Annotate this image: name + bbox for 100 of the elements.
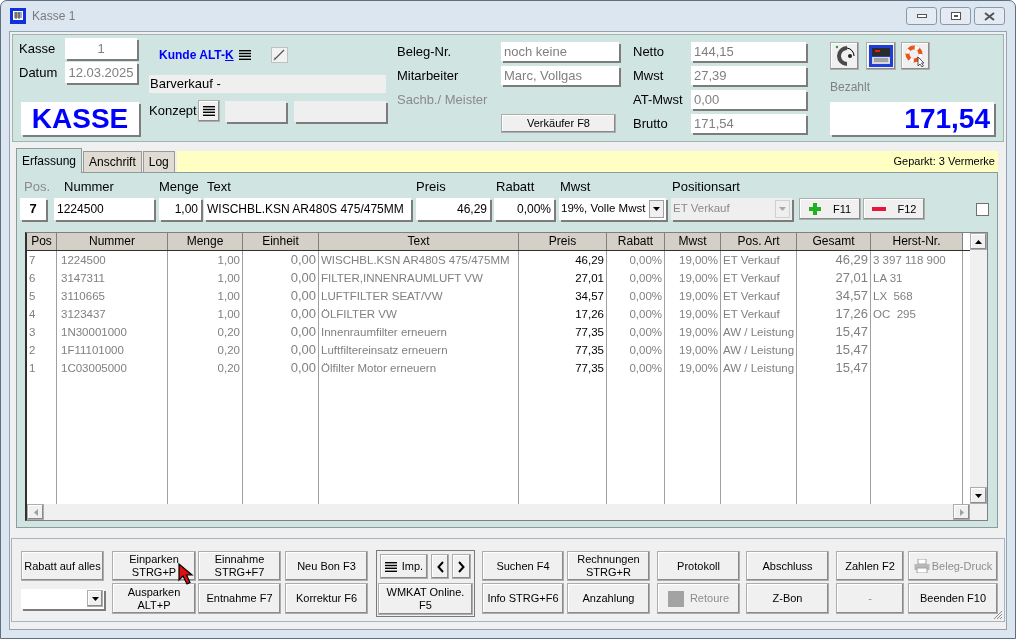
table-cell-text: AW / Leistung [722, 361, 796, 376]
employee-field[interactable]: Marc, Vollgas [501, 66, 619, 85]
table-cell-text: 0,00 [289, 269, 317, 287]
table-cell-text: 19,00% [678, 325, 719, 340]
number-field[interactable]: 46,29 [416, 198, 490, 220]
table-cell-text: 0,00 [289, 323, 317, 341]
table-cell-text: 1N30001000 [60, 325, 128, 340]
amount-field[interactable]: 171,54 [691, 114, 806, 133]
table-cell-text: FILTER,INNENRAUMLUFT VW [320, 271, 484, 286]
date-field[interactable]: 12.03.2025 [65, 62, 137, 83]
column-header[interactable]: Pos [27, 233, 57, 250]
list-button[interactable] [198, 100, 220, 122]
field-label: Konzept [149, 103, 198, 119]
toolbar-button[interactable]: Korrektur F6 [285, 583, 368, 614]
table-cell-text: 19,00% [678, 289, 719, 304]
field-label: Brutto [633, 115, 669, 132]
table-cell-text: 34,57 [834, 287, 869, 305]
close-button[interactable] [974, 7, 1005, 25]
toolbar-button[interactable]: Rechnungen STRG+R [567, 551, 650, 581]
headset-button[interactable] [830, 42, 859, 70]
vertical-scrollbar[interactable] [970, 233, 987, 504]
amount-field[interactable]: 27,39 [691, 66, 806, 85]
previous-button[interactable] [430, 554, 450, 579]
table-cell-text: 77,35 [574, 361, 605, 376]
scroll-down-button[interactable] [970, 487, 987, 504]
table-cell-text: WISCHBL.KSN AR480S 475/475MM [320, 253, 511, 268]
toolbar-button[interactable]: Ausparken ALT+P [112, 583, 196, 614]
dropdown[interactable] [21, 588, 104, 609]
number-field[interactable]: 1,00 [159, 198, 201, 220]
toolbar-button[interactable]: Einnahme STRG+F7 [198, 551, 281, 581]
receipt-number-field[interactable]: noch keine [501, 42, 619, 61]
toolbar-button[interactable]: Einparken STRG+P [112, 551, 196, 581]
pen-button[interactable] [270, 46, 288, 63]
column-header[interactable]: Einheit [243, 233, 319, 250]
table-cell-text: 17,26 [834, 305, 869, 323]
toolbar-button[interactable]: Anzahlung [567, 583, 650, 614]
dropdown[interactable]: 19%, Volle Mwst [559, 198, 666, 220]
table-cell-text: 1,00 [216, 307, 241, 322]
terminal-button[interactable] [866, 42, 896, 70]
table-cell-text: 0,20 [216, 325, 241, 340]
column-header[interactable]: Rabatt [607, 233, 665, 250]
toolbar-button[interactable]: Beenden F10 [908, 583, 998, 614]
column-header[interactable]: Text [319, 233, 519, 250]
register-field[interactable]: 1 [65, 38, 137, 59]
concept-field[interactable] [294, 100, 386, 122]
table-cell-text: 15,47 [834, 323, 869, 341]
toolbar-button[interactable]: Abschluss [746, 551, 829, 581]
table-cell-text: ET Verkauf [722, 271, 781, 286]
lifebuoy-button[interactable] [901, 42, 930, 70]
table-cell-text: 19,00% [678, 253, 719, 268]
number-field[interactable]: 0,00% [494, 198, 554, 220]
toolbar-button[interactable]: Entnahme F7 [198, 583, 281, 614]
customer-name-field[interactable]: Barverkauf - [149, 75, 386, 93]
scroll-left-button[interactable] [27, 504, 44, 520]
customer-link[interactable]: Kunde ALT-K [159, 46, 234, 63]
concept-field[interactable] [225, 100, 286, 122]
entry-button[interactable]: F12 [863, 198, 925, 220]
checkbox[interactable] [976, 203, 989, 216]
maximize-button[interactable] [940, 7, 971, 25]
toolbar-button[interactable]: Neu Bon F3 [285, 551, 368, 581]
field-label: Pos. [24, 179, 50, 195]
toolbar-button[interactable]: Info STRG+F6 [482, 583, 564, 614]
column-header[interactable]: Pos. Art [721, 233, 797, 250]
toolbar-button[interactable]: Rabatt auf alles [21, 551, 104, 581]
column-header[interactable]: Mwst [665, 233, 721, 250]
tab[interactable]: Log [142, 151, 175, 172]
table-cell-text: 27,01 [574, 271, 605, 286]
table-cell-text: AW / Leistung [722, 325, 796, 340]
table-cell-text: OC 295 [872, 307, 917, 322]
toolbar-button[interactable]: WMKAT Online. F5 [378, 583, 473, 615]
column-header[interactable]: Menge [168, 233, 243, 250]
entry-button[interactable]: F11 [799, 198, 861, 220]
toolbar-button[interactable]: Zahlen F2 [836, 551, 904, 581]
seller-button[interactable]: Verkäufer F8 [501, 114, 616, 133]
table-cell-text: 19,00% [678, 361, 719, 376]
amount-field[interactable]: 144,15 [691, 42, 806, 61]
horizontal-scrollbar[interactable] [27, 504, 970, 520]
column-header[interactable]: Preis [519, 233, 607, 250]
text-field[interactable]: 1224500 [54, 198, 154, 220]
field-label: Menge [159, 179, 199, 195]
table-cell-text: 0,00% [628, 343, 663, 358]
table-cell-text: 15,47 [834, 359, 869, 377]
toolbar-button[interactable]: Imp. [380, 554, 428, 579]
toolbar-button[interactable]: Suchen F4 [482, 551, 564, 581]
table-cell-text: 0,00% [628, 361, 663, 376]
amount-field[interactable]: 0,00 [691, 90, 806, 109]
arrow-down-icon [975, 493, 982, 498]
tab[interactable]: Anschrift [83, 151, 142, 172]
tab[interactable]: Erfassung [16, 148, 83, 173]
toolbar-button[interactable]: Protokoll [657, 551, 740, 581]
minimize-button[interactable] [906, 7, 937, 25]
table-cell-text: 1C03005000 [60, 361, 128, 376]
next-button[interactable] [452, 554, 471, 579]
table-cell-text: 19,00% [678, 307, 719, 322]
column-header[interactable]: Nummer [57, 233, 168, 250]
text-field[interactable]: WISCHBL.KSN AR480S 475/475MM [204, 198, 411, 220]
column-header[interactable]: Gesamt [797, 233, 871, 250]
scroll-up-button[interactable] [970, 233, 987, 250]
column-header[interactable]: Herst-Nr. [871, 233, 963, 250]
toolbar-button[interactable]: Z-Bon [746, 583, 829, 614]
